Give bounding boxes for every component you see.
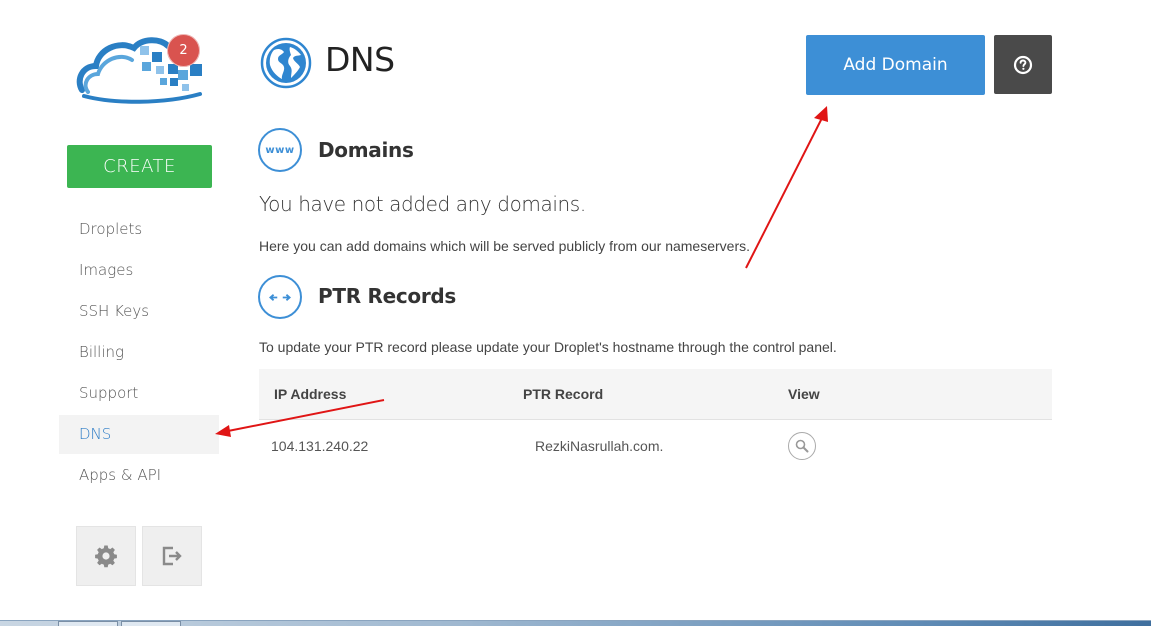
arrows-in-icon [258, 275, 302, 319]
add-domain-button[interactable]: Add Domain [806, 35, 985, 95]
view-cell [788, 419, 1052, 472]
sidebar-item-support[interactable]: Support [59, 373, 219, 414]
sidebar-item-billing[interactable]: Billing [59, 332, 219, 373]
logout-icon [162, 546, 182, 566]
domains-empty-message: You have not added any domains. [259, 192, 586, 216]
sidebar-item-ssh-keys[interactable]: SSH Keys [59, 291, 219, 332]
ptr-section-title: PTR Records [318, 284, 457, 308]
www-icon: www [258, 128, 302, 172]
column-header-view: View [788, 369, 1052, 420]
table-row: 104.131.240.22 RezkiNasrullah.com. [259, 419, 1052, 472]
column-header-ptr-record: PTR Record [523, 369, 788, 420]
ip-address-cell: 104.131.240.22 [271, 437, 369, 454]
arrow-to-add-domain [745, 106, 828, 269]
sidebar-item-apps-api[interactable]: Apps & API [59, 455, 219, 496]
column-header-ip: IP Address [259, 369, 523, 420]
taskbar [0, 620, 1151, 626]
ptr-help-text: To update your PTR record please update … [259, 339, 837, 355]
help-button[interactable] [994, 35, 1052, 94]
notification-badge[interactable]: 2 [167, 34, 200, 67]
globe-icon [260, 37, 312, 89]
taskbar-button[interactable] [58, 621, 118, 626]
question-circle-icon [1013, 55, 1033, 74]
domains-section-title: Domains [318, 138, 414, 162]
settings-button[interactable] [76, 526, 136, 586]
table-header-row: IP Address PTR Record View [259, 369, 1052, 420]
sidebar-item-images[interactable]: Images [59, 250, 219, 291]
magnifier-icon[interactable] [788, 431, 816, 460]
logout-button[interactable] [142, 526, 202, 586]
sidebar-item-dns[interactable]: DNS [59, 415, 219, 454]
domains-help-text: Here you can add domains which will be s… [259, 238, 750, 254]
gear-icon [95, 545, 117, 568]
taskbar-button[interactable] [121, 621, 181, 626]
ptr-table: IP Address PTR Record View 104.131.240.2… [259, 369, 1052, 472]
sidebar-nav: Droplets Images SSH Keys Billing Support… [59, 209, 219, 496]
create-button[interactable]: CREATE [67, 145, 212, 188]
ptr-record-cell: RezkiNasrullah.com. [535, 437, 664, 454]
page-title: DNS [325, 40, 395, 79]
sidebar-item-droplets[interactable]: Droplets [59, 209, 219, 250]
